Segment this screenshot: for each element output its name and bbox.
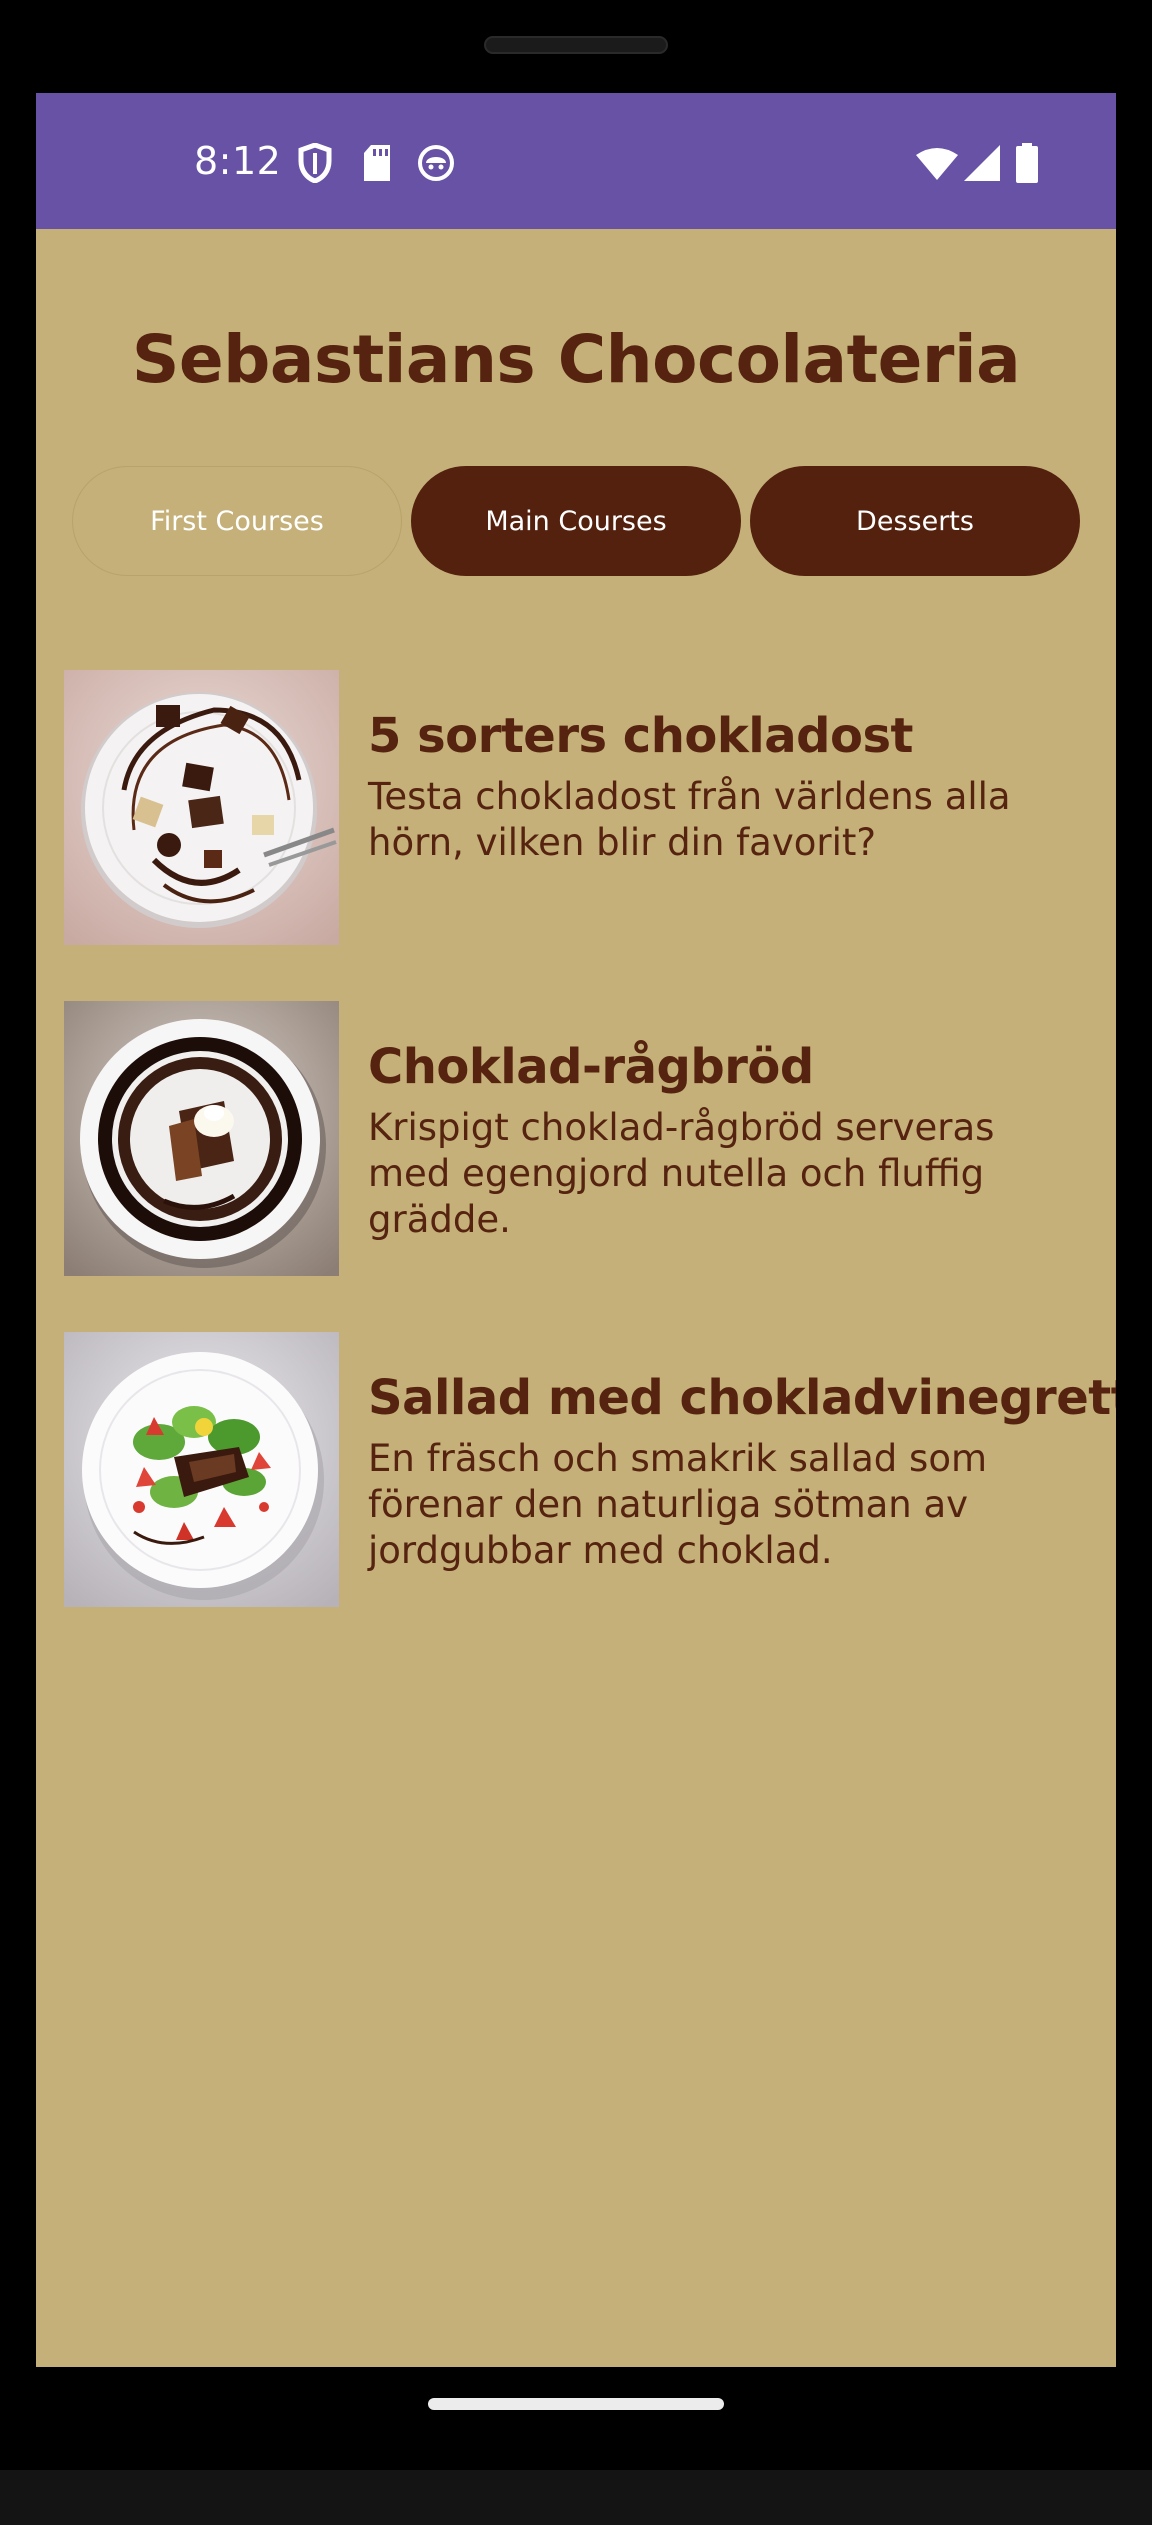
shield-icon	[298, 142, 332, 188]
status-time: 8:12	[194, 139, 282, 183]
phone-frame: 8:12 Sebastians Chocolateria First Cours…	[0, 0, 1152, 2525]
page-title: Sebastians Chocolateria	[131, 321, 1021, 398]
tab-desserts[interactable]: Desserts	[750, 466, 1080, 576]
dish-description: Krispigt choklad-rågbröd serveras med eg…	[368, 1106, 995, 1241]
status-bar: 8:12	[36, 93, 1116, 229]
tab-first-courses[interactable]: First Courses	[72, 466, 402, 576]
signal-icon	[964, 145, 1000, 186]
tab-label: First Courses	[150, 505, 324, 537]
phone-bottom-edge	[0, 2470, 1152, 2525]
menu-item[interactable]: Choklad-rågbröd Krispigt choklad-rågbröd…	[64, 1001, 1094, 1277]
home-indicator[interactable]	[428, 2398, 724, 2410]
tab-label: Main Courses	[485, 505, 667, 537]
wifi-icon	[916, 147, 958, 186]
tab-label: Desserts	[856, 505, 974, 537]
dish-image	[64, 670, 339, 945]
menu-item[interactable]: 5 sorters chokladost Testa chokladost fr…	[64, 670, 1094, 946]
dish-description: En fräsch och smakrik sallad som förenar…	[368, 1437, 988, 1572]
earpiece-speaker	[484, 36, 668, 54]
menu-item[interactable]: Sallad med chokladvinegrette En fräsch o…	[64, 1332, 1116, 1608]
dish-title: Choklad-rågbröd	[368, 1039, 814, 1095]
face-icon	[418, 145, 454, 186]
app-screen: 8:12 Sebastians Chocolateria First Cours…	[36, 93, 1116, 2367]
sd-card-icon	[362, 145, 392, 186]
dish-description: Testa chokladost från världens alla hörn…	[368, 775, 1011, 864]
dish-image	[64, 1001, 339, 1276]
dish-title: Sallad med chokladvinegrette	[368, 1370, 1116, 1426]
dish-title: 5 sorters chokladost	[368, 708, 914, 764]
battery-icon	[1016, 143, 1038, 188]
dish-image	[64, 1332, 339, 1607]
tab-main-courses[interactable]: Main Courses	[411, 466, 741, 576]
